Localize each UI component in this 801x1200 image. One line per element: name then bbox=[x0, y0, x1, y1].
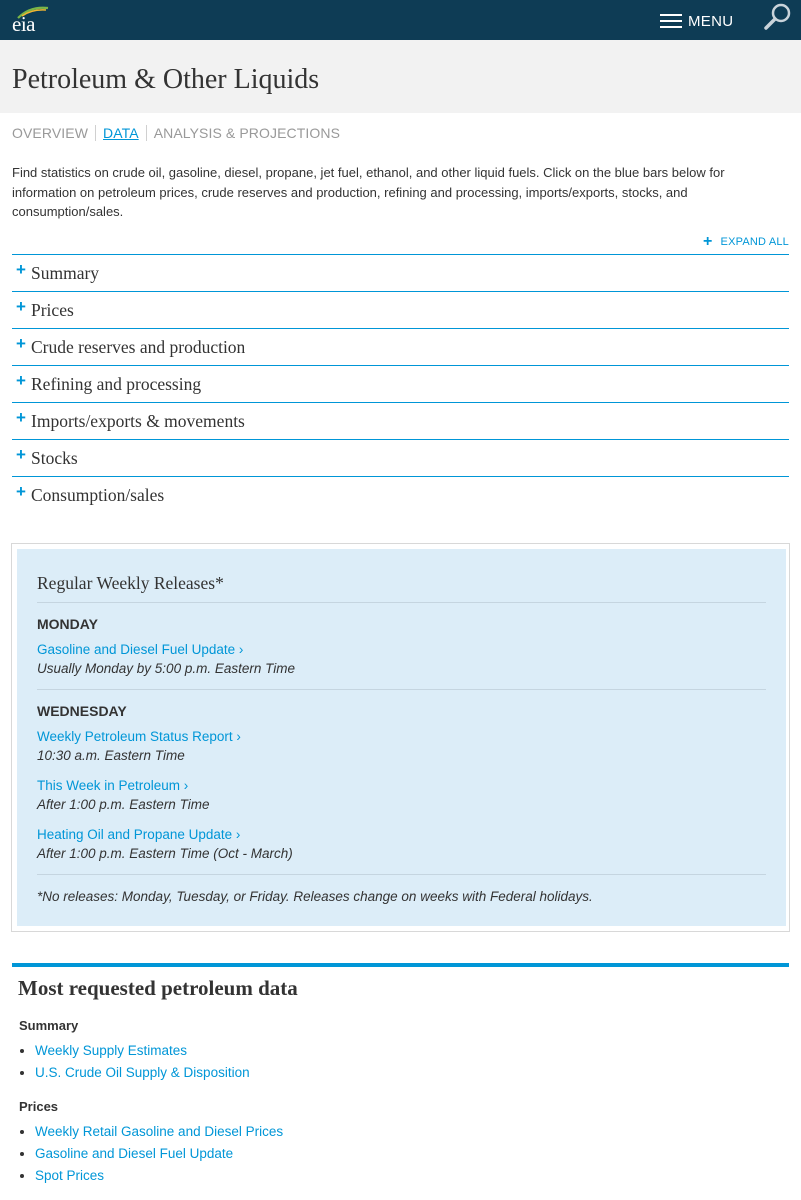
plus-icon: + bbox=[16, 482, 26, 501]
plus-icon: + bbox=[703, 233, 713, 250]
accordion-label: Summary bbox=[31, 262, 100, 283]
page-title: Petroleum & Other Liquids bbox=[12, 64, 320, 95]
bullet-icon bbox=[20, 1151, 24, 1156]
weekly-releases-box: Regular Weekly Releases* MONDAY Gasoline… bbox=[11, 543, 790, 932]
expand-all-label: EXPAND ALL bbox=[720, 236, 789, 248]
accordion-item-consumption[interactable]: + Consumption/sales bbox=[12, 476, 789, 513]
section-accent-bar bbox=[12, 963, 789, 967]
weekly-releases-title: Regular Weekly Releases* bbox=[37, 573, 224, 593]
tab-analysis-projections[interactable]: ANALYSIS & PROJECTIONS bbox=[154, 125, 340, 141]
tab-overview[interactable]: OVERVIEW bbox=[12, 125, 88, 141]
plus-icon: + bbox=[16, 408, 26, 427]
accordion-label: Crude reserves and production bbox=[31, 336, 246, 357]
eia-logo[interactable]: eia bbox=[12, 4, 52, 36]
tab-data[interactable]: DATA bbox=[103, 125, 139, 141]
release-time: 10:30 a.m. Eastern Time bbox=[37, 748, 185, 763]
release-link-weekly-petroleum-status[interactable]: Weekly Petroleum Status Report › bbox=[37, 729, 241, 744]
logo-text: eia bbox=[12, 12, 35, 36]
release-link-this-week-in-petroleum[interactable]: This Week in Petroleum › bbox=[37, 778, 188, 793]
release-time: Usually Monday by 5:00 p.m. Eastern Time bbox=[37, 661, 295, 676]
plus-icon: + bbox=[16, 297, 26, 316]
menu-label: MENU bbox=[688, 12, 734, 30]
menu-button[interactable]: MENU bbox=[660, 10, 733, 32]
divider bbox=[37, 689, 766, 690]
weekly-releases-panel: Regular Weekly Releases* MONDAY Gasoline… bbox=[17, 549, 786, 926]
list-item: Weekly Retail Gasoline and Diesel Prices bbox=[20, 1124, 283, 1139]
expand-all-button[interactable]: + EXPAND ALL bbox=[703, 233, 789, 250]
link-weekly-supply-estimates[interactable]: Weekly Supply Estimates bbox=[35, 1043, 187, 1058]
day-label-wednesday: WEDNESDAY bbox=[37, 703, 127, 719]
list-item: Gasoline and Diesel Fuel Update bbox=[20, 1146, 233, 1161]
plus-icon: + bbox=[16, 445, 26, 464]
release-link-gasoline-diesel[interactable]: Gasoline and Diesel Fuel Update › bbox=[37, 642, 243, 657]
release-time: After 1:00 p.m. Eastern Time (Oct - Marc… bbox=[37, 846, 293, 861]
link-gasoline-diesel-update[interactable]: Gasoline and Diesel Fuel Update bbox=[35, 1146, 233, 1161]
most-requested-title: Most requested petroleum data bbox=[18, 976, 298, 1000]
accordion-item-prices[interactable]: + Prices bbox=[12, 291, 789, 328]
accordion-item-stocks[interactable]: + Stocks bbox=[12, 439, 789, 476]
data-category-accordion: + Summary + Prices + Crude reserves and … bbox=[12, 254, 789, 513]
bullet-icon bbox=[20, 1048, 24, 1053]
bullet-icon bbox=[20, 1129, 24, 1134]
accordion-label: Imports/exports & movements bbox=[31, 410, 245, 431]
bullet-icon bbox=[20, 1173, 24, 1178]
releases-note: *No releases: Monday, Tuesday, or Friday… bbox=[37, 889, 593, 904]
accordion-item-crude-reserves[interactable]: + Crude reserves and production bbox=[12, 328, 789, 365]
intro-text: Find statistics on crude oil, gasoline, … bbox=[12, 165, 725, 219]
plus-icon: + bbox=[16, 260, 26, 279]
day-label-monday: MONDAY bbox=[37, 616, 98, 632]
accordion-label: Consumption/sales bbox=[31, 484, 165, 505]
accordion-item-imports-exports[interactable]: + Imports/exports & movements bbox=[12, 402, 789, 439]
most-requested-heading-summary: Summary bbox=[19, 1018, 79, 1033]
title-band: Petroleum & Other Liquids bbox=[0, 40, 801, 113]
most-requested-heading-prices: Prices bbox=[19, 1099, 59, 1114]
search-icon bbox=[764, 3, 791, 30]
link-crude-oil-supply-disposition[interactable]: U.S. Crude Oil Supply & Disposition bbox=[35, 1065, 250, 1080]
list-item: Weekly Supply Estimates bbox=[20, 1043, 187, 1058]
bullet-icon bbox=[20, 1070, 24, 1075]
link-spot-prices[interactable]: Spot Prices bbox=[35, 1168, 104, 1183]
release-time: After 1:00 p.m. Eastern Time bbox=[37, 797, 210, 812]
accordion-label: Stocks bbox=[31, 447, 78, 468]
section-tabs: OVERVIEW DATA ANALYSIS & PROJECTIONS bbox=[12, 125, 340, 141]
top-navigation-bar: eia MENU bbox=[0, 0, 801, 40]
link-weekly-retail-prices[interactable]: Weekly Retail Gasoline and Diesel Prices bbox=[35, 1124, 283, 1139]
tab-divider bbox=[95, 125, 97, 141]
list-item: U.S. Crude Oil Supply & Disposition bbox=[20, 1065, 250, 1080]
divider bbox=[37, 602, 766, 603]
divider bbox=[37, 874, 766, 875]
hamburger-icon bbox=[660, 14, 682, 28]
accordion-label: Prices bbox=[31, 299, 74, 320]
accordion-item-summary[interactable]: + Summary bbox=[12, 254, 789, 291]
plus-icon: + bbox=[16, 371, 26, 390]
search-button[interactable] bbox=[762, 2, 794, 34]
accordion-label: Refining and processing bbox=[31, 373, 202, 394]
release-link-heating-oil-propane[interactable]: Heating Oil and Propane Update › bbox=[37, 827, 240, 842]
tab-divider bbox=[145, 125, 147, 141]
plus-icon: + bbox=[16, 334, 26, 353]
list-item: Spot Prices bbox=[20, 1168, 104, 1183]
accordion-item-refining[interactable]: + Refining and processing bbox=[12, 365, 789, 402]
